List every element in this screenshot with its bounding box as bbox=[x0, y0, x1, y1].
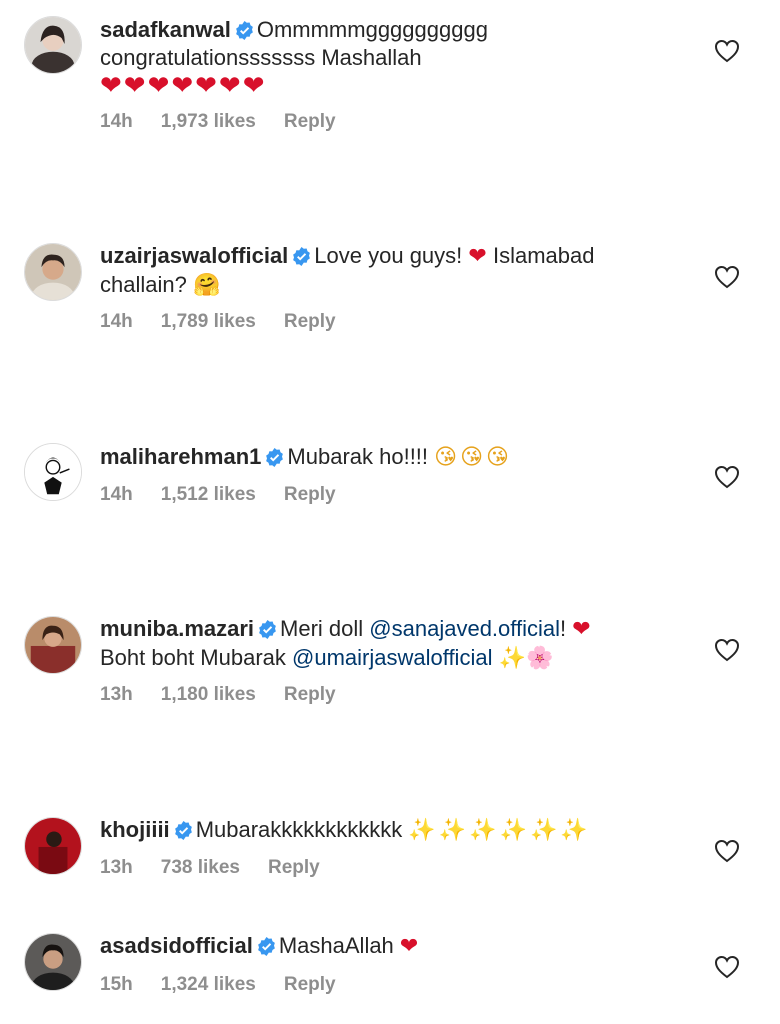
comment-meta: 13h 738 likes Reply bbox=[100, 857, 348, 879]
kiss-emojis: 😘😘😘 bbox=[434, 445, 512, 470]
comment-body: MashaAllah bbox=[278, 933, 400, 958]
heart-emoji: ❤ bbox=[399, 934, 419, 959]
heart-outline-icon bbox=[714, 955, 740, 979]
like-button[interactable] bbox=[714, 839, 740, 863]
comment-body: Meri doll bbox=[280, 616, 370, 641]
verified-badge-icon bbox=[174, 821, 192, 840]
timestamp: 13h bbox=[100, 684, 133, 705]
comment-meta: 14h 1,973 likes Reply bbox=[100, 111, 364, 133]
verified-badge-icon bbox=[235, 21, 253, 40]
comment-body: Mubarakkkkkkkkkkkk bbox=[195, 817, 409, 842]
avatar[interactable] bbox=[24, 817, 82, 875]
heart-outline-icon bbox=[714, 265, 740, 289]
comment-meta: 14h 1,512 likes Reply bbox=[100, 484, 364, 506]
mention-link[interactable]: @sanajaved.official bbox=[369, 616, 560, 641]
username[interactable]: muniba.mazari bbox=[100, 616, 254, 641]
comment-text: sadafkanwal Ommmmmgggggggggg congratulati… bbox=[100, 16, 660, 101]
sparkle-blossom-emojis: ✨🌸 bbox=[498, 646, 554, 671]
verified-badge-icon bbox=[259, 620, 276, 639]
hug-emoji: 🤗 bbox=[192, 273, 221, 298]
reply-button[interactable]: Reply bbox=[284, 111, 336, 132]
like-count[interactable]: 1,512 likes bbox=[161, 484, 256, 505]
comment-meta: 15h 1,324 likes Reply bbox=[100, 974, 364, 996]
heart-outline-icon bbox=[714, 39, 740, 63]
like-button[interactable] bbox=[714, 465, 740, 489]
reply-button[interactable]: Reply bbox=[268, 857, 320, 878]
verified-badge-icon bbox=[266, 448, 284, 467]
mention-link[interactable]: @umairjaswalofficial bbox=[292, 645, 492, 670]
like-button[interactable] bbox=[714, 955, 740, 979]
username[interactable]: sadafkanwal bbox=[100, 17, 231, 42]
heart-emojis: ❤❤❤❤❤❤❤ bbox=[100, 71, 267, 101]
heart-emoji: ❤ bbox=[572, 617, 591, 642]
comment-body-continued: Boht boht Mubarak bbox=[100, 645, 293, 670]
comment-text: muniba.mazari Meri doll @sanajaved.offici… bbox=[100, 615, 660, 673]
like-count[interactable]: 1,324 likes bbox=[161, 974, 256, 995]
comment-text: asadsidofficial MashaAllah ❤ bbox=[100, 932, 660, 961]
verified-badge-icon bbox=[257, 937, 275, 956]
heart-emoji: ❤ bbox=[468, 244, 487, 269]
username[interactable]: asadsidofficial bbox=[100, 933, 253, 958]
comment-body: Mubarak ho!!!! bbox=[287, 444, 435, 469]
username[interactable]: maliharehman1 bbox=[100, 444, 261, 469]
avatar[interactable] bbox=[24, 616, 82, 674]
username[interactable]: uzairjaswalofficial bbox=[100, 243, 288, 268]
reply-button[interactable]: Reply bbox=[284, 974, 336, 995]
comment-body: Love you guys! bbox=[314, 243, 469, 268]
reply-button[interactable]: Reply bbox=[284, 684, 336, 705]
comment-meta: 14h 1,789 likes Reply bbox=[100, 311, 364, 333]
like-count[interactable]: 1,180 likes bbox=[161, 684, 256, 705]
comment-text: uzairjaswalofficial Love you guys! ❤ Isla… bbox=[100, 242, 660, 300]
comment-text: khojiiii Mubarakkkkkkkkkkkk ✨✨✨✨✨✨ bbox=[100, 816, 660, 845]
like-button[interactable] bbox=[714, 638, 740, 662]
timestamp: 13h bbox=[100, 857, 133, 878]
like-button[interactable] bbox=[714, 265, 740, 289]
comment-body-punctuation: ! bbox=[560, 616, 573, 641]
timestamp: 14h bbox=[100, 111, 133, 132]
like-count[interactable]: 1,973 likes bbox=[161, 111, 256, 132]
like-count[interactable]: 1,789 likes bbox=[161, 311, 256, 332]
sparkle-emojis: ✨✨✨✨✨✨ bbox=[408, 818, 591, 843]
like-button[interactable] bbox=[714, 39, 740, 63]
avatar[interactable] bbox=[24, 16, 82, 74]
like-count[interactable]: 738 likes bbox=[161, 857, 240, 878]
comment-text: maliharehman1 Mubarak ho!!!! 😘😘😘 bbox=[100, 443, 660, 472]
timestamp: 14h bbox=[100, 484, 133, 505]
reply-button[interactable]: Reply bbox=[284, 311, 336, 332]
timestamp: 15h bbox=[100, 974, 133, 995]
timestamp: 14h bbox=[100, 311, 133, 332]
username[interactable]: khojiiii bbox=[100, 817, 170, 842]
avatar[interactable] bbox=[24, 243, 82, 301]
comment-meta: 13h 1,180 likes Reply bbox=[100, 684, 364, 706]
reply-button[interactable]: Reply bbox=[284, 484, 336, 505]
heart-outline-icon bbox=[714, 839, 740, 863]
verified-badge-icon bbox=[293, 247, 311, 266]
heart-outline-icon bbox=[714, 638, 740, 662]
avatar[interactable] bbox=[24, 443, 82, 501]
heart-outline-icon bbox=[714, 465, 740, 489]
avatar[interactable] bbox=[24, 933, 82, 991]
